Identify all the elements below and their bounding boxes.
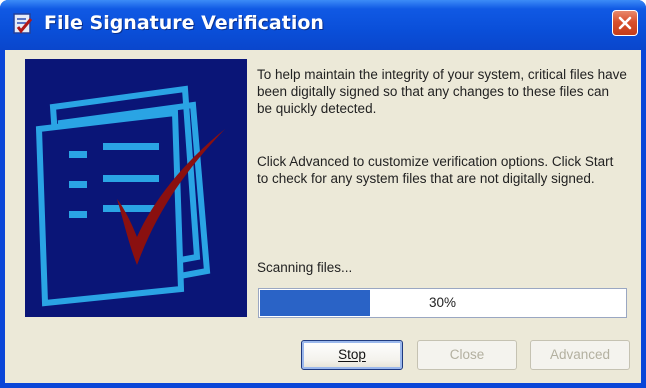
stop-button[interactable]: Stop [301, 340, 403, 370]
advanced-button-label: Advanced [549, 347, 611, 362]
close-button-label: Close [449, 347, 485, 362]
close-button[interactable]: Close [417, 340, 517, 370]
stop-button-label: Stop [338, 347, 366, 362]
document-checkmark-illustration [25, 59, 247, 317]
dialog-window: File Signature Verification To help main… [0, 0, 646, 388]
intro-text: To help maintain the integrity of your s… [257, 67, 627, 116]
progress-label: Scanning files... [257, 260, 353, 275]
signature-verification-icon [12, 12, 34, 36]
progress-bar: 30% [258, 288, 627, 318]
progress-percent: 30% [428, 295, 457, 310]
title-bar[interactable]: File Signature Verification [0, 0, 646, 50]
dialog-body: To help maintain the integrity of your s… [5, 50, 641, 383]
close-icon [618, 16, 632, 30]
advanced-button[interactable]: Advanced [530, 340, 630, 370]
close-window-button[interactable] [612, 10, 638, 36]
window-title: File Signature Verification [44, 12, 324, 34]
instructions-text: Click Advanced to customize verification… [257, 154, 614, 186]
